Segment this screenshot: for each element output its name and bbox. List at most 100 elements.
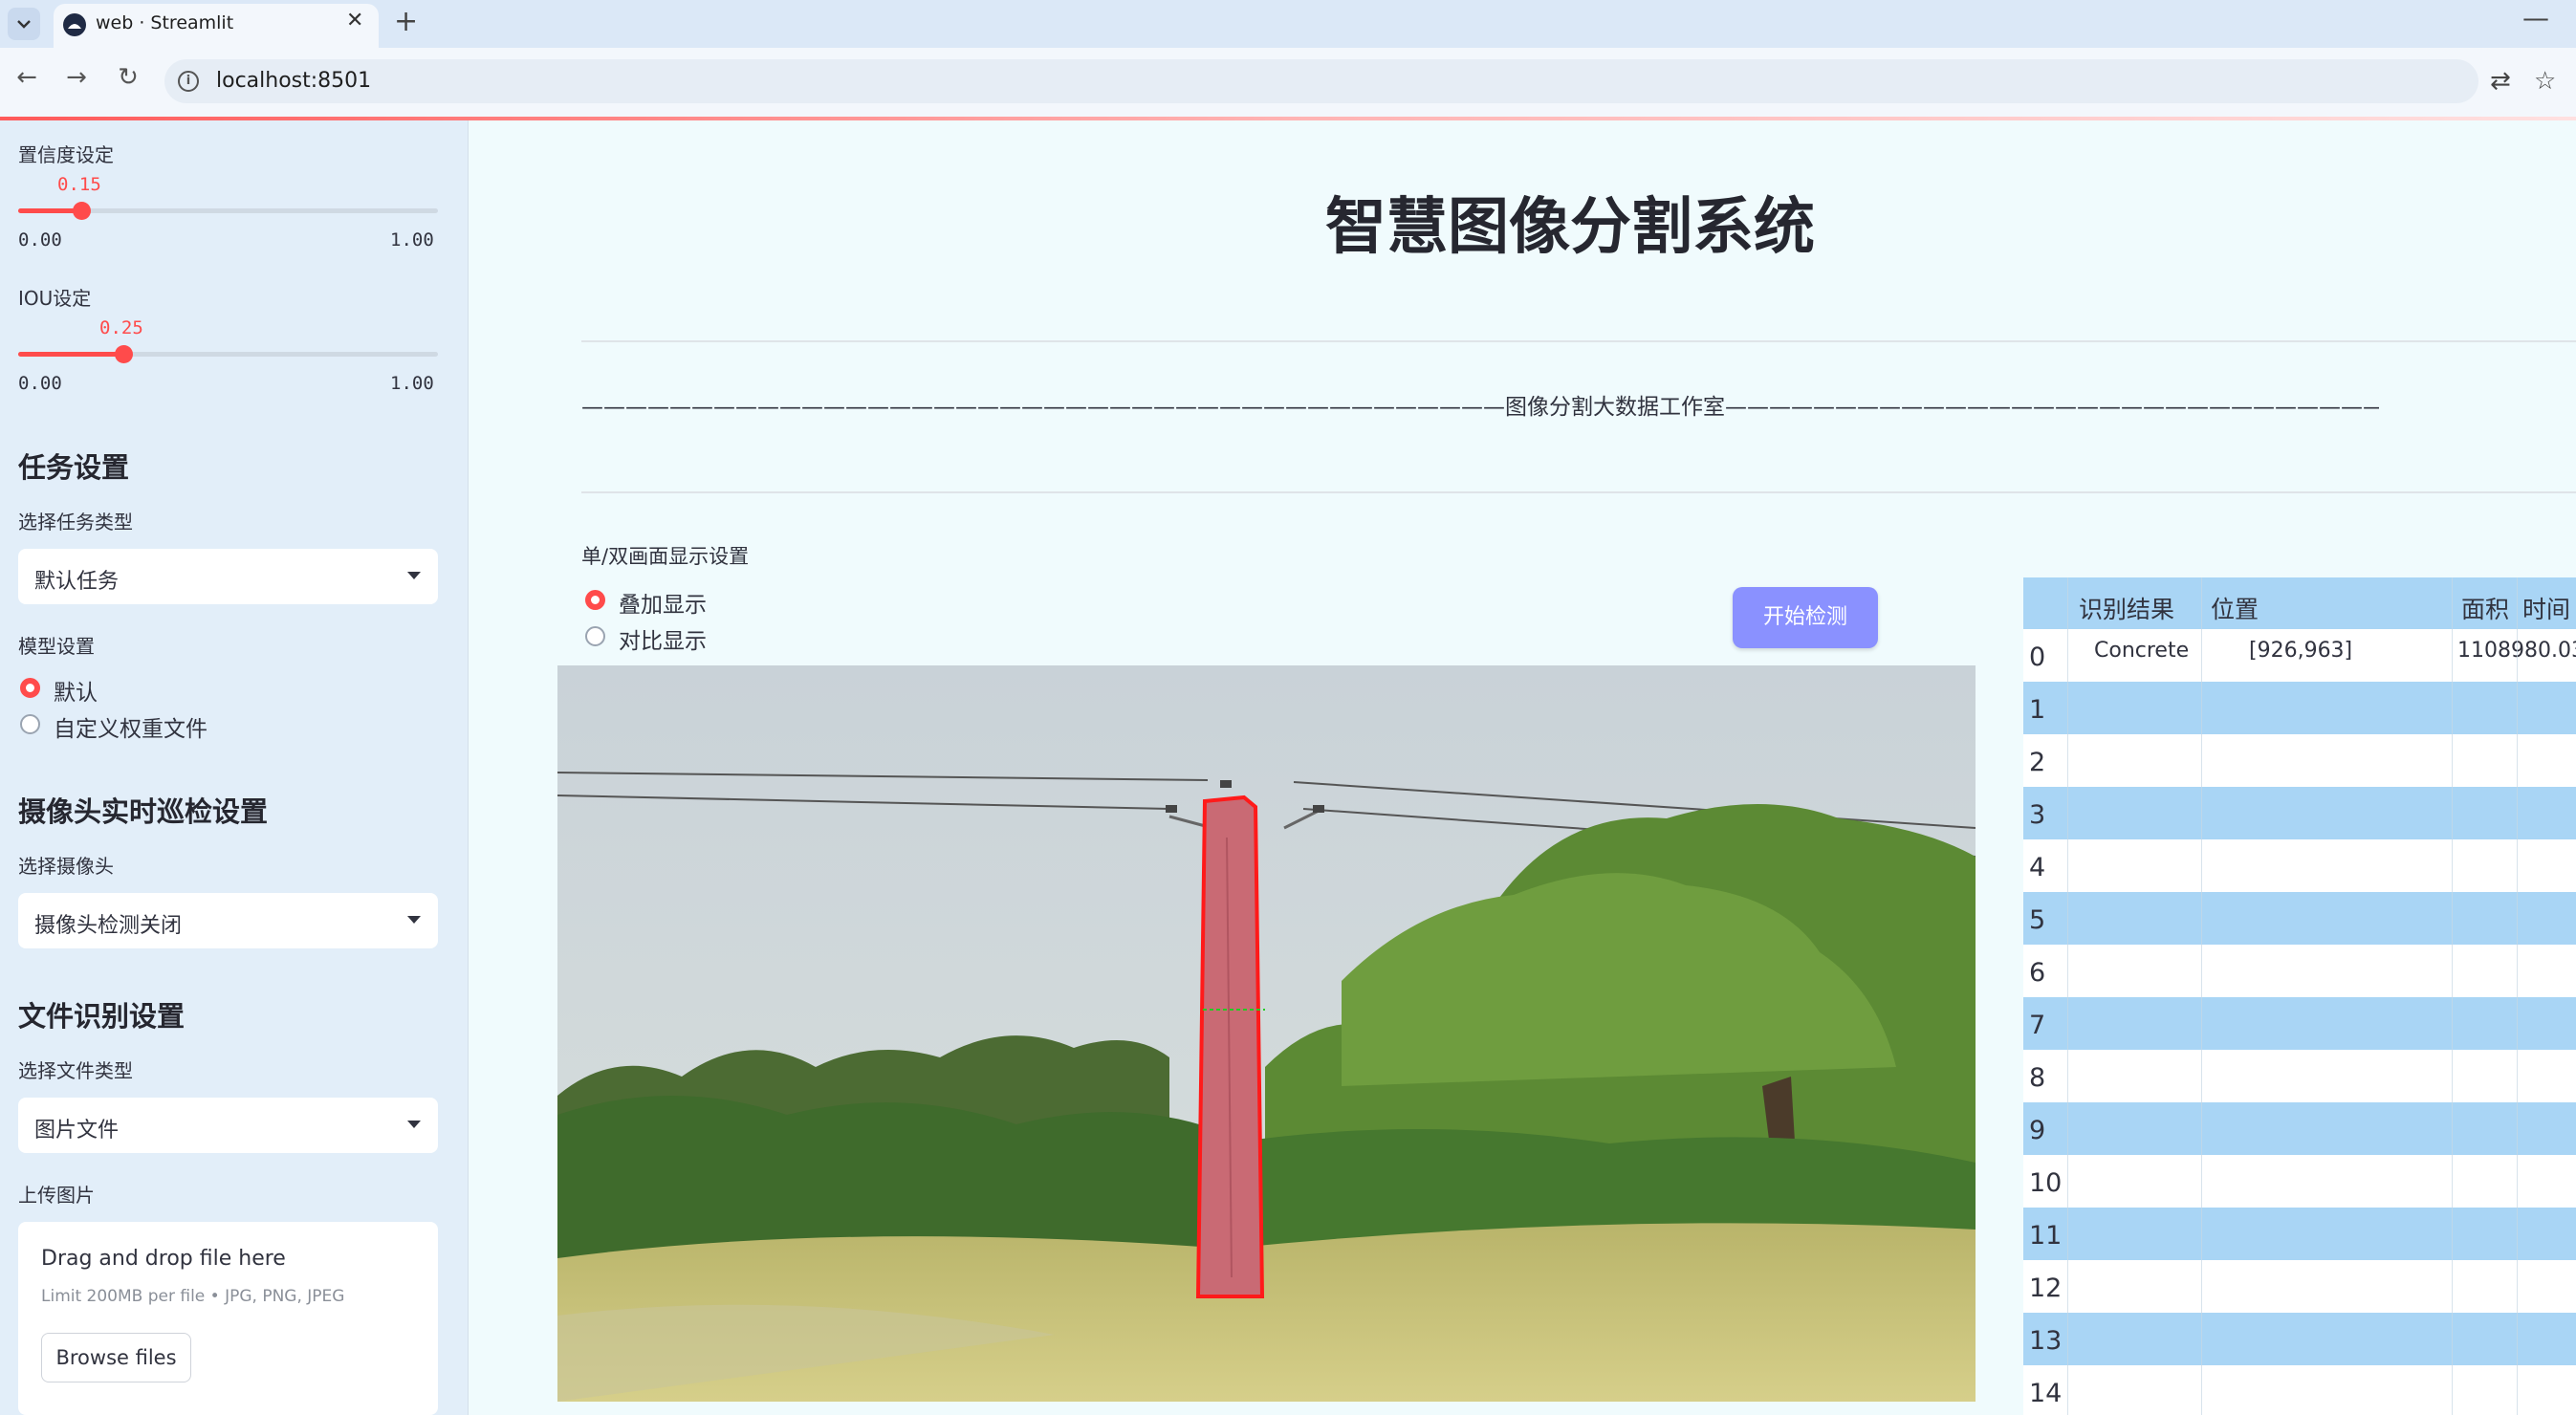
iou-slider-handle[interactable] [114, 345, 133, 363]
table-row[interactable]: 2 [2023, 734, 2576, 787]
row-index: 4 [2029, 853, 2046, 882]
radio-selected-icon[interactable] [20, 678, 40, 698]
confidence-value: 0.15 [57, 174, 101, 195]
main-content: 智慧图像分割系统 ———————————————————————————————… [469, 120, 2576, 1415]
task-settings-heading: 任务设置 [18, 451, 130, 484]
iou-value: 0.25 [99, 317, 143, 338]
row-index: 2 [2029, 748, 2046, 777]
address-bar[interactable] [164, 59, 2478, 103]
row-index: 0 [2029, 642, 2046, 672]
confidence-min: 0.00 [18, 229, 62, 250]
camera-select-label: 选择摄像头 [18, 855, 114, 878]
table-header: 识别结果 位置 面积 时间 [2023, 577, 2576, 629]
row-index: 1 [2029, 695, 2046, 725]
bookmark-star-icon[interactable]: ☆ [2534, 67, 2556, 96]
display-option-label: 对比显示 [619, 629, 707, 654]
forward-arrow-icon[interactable]: → [59, 63, 94, 92]
radio-unselected-icon[interactable] [20, 714, 40, 734]
column-divider [2452, 577, 2453, 1415]
column-header-time[interactable]: 时间 [2522, 591, 2570, 625]
start-detection-button[interactable]: 开始检测 [1733, 587, 1878, 648]
segmentation-result-image [557, 665, 1976, 1402]
table-row[interactable]: 0 Concrete [926,963] 1108980.03 [2023, 629, 2576, 682]
dropzone-title: Drag and drop file here [41, 1247, 286, 1271]
results-table[interactable]: 识别结果 位置 面积 时间 0 Concrete [926,963] 1108980.… [2023, 577, 2576, 1415]
back-arrow-icon[interactable]: ← [10, 63, 44, 92]
column-divider [2517, 577, 2518, 1415]
sidebar: 置信度设定 0.15 0.00 1.00 IOU设定 0.25 0.00 1.0… [0, 120, 469, 1415]
url-text: localhost:8501 [216, 69, 372, 93]
divider-line [581, 491, 2576, 493]
file-type-select[interactable]: 图片文件 [18, 1098, 438, 1153]
cell-position: [926,963] [2249, 639, 2353, 663]
confidence-slider[interactable] [18, 202, 438, 220]
row-index: 14 [2029, 1379, 2063, 1408]
tab-list-button[interactable] [8, 8, 40, 40]
divider-line [581, 340, 2576, 342]
column-header-position[interactable]: 位置 [2211, 591, 2259, 625]
camera-settings-heading: 摄像头实时巡检设置 [18, 795, 269, 828]
cell-result: Concrete [2094, 639, 2190, 663]
table-row[interactable]: 1 [2023, 682, 2576, 734]
translate-icon[interactable]: ⇄ [2490, 67, 2511, 96]
confidence-max: 1.00 [390, 229, 434, 250]
column-header-area[interactable]: 面积 [2461, 591, 2509, 625]
row-index: 7 [2029, 1011, 2046, 1040]
file-type-value: 图片文件 [34, 1119, 120, 1143]
model-settings-label: 模型设置 [18, 635, 95, 658]
browser-toolbar: ← → ↻ i localhost:8501 ⇄ ☆ [0, 48, 2576, 117]
table-row[interactable]: 8 [2023, 1050, 2576, 1102]
confidence-slider-handle[interactable] [72, 202, 91, 220]
close-tab-icon[interactable]: ✕ [346, 9, 363, 33]
iou-slider-fill [18, 352, 123, 357]
row-index: 8 [2029, 1063, 2046, 1093]
streamlit-favicon-icon [63, 13, 86, 36]
file-dropzone[interactable]: Drag and drop file here Limit 200MB per … [18, 1222, 438, 1415]
confidence-slider-fill [18, 208, 81, 213]
column-header-result[interactable]: 识别结果 [2079, 591, 2174, 625]
table-row[interactable]: 9 [2023, 1102, 2576, 1155]
camera-select-value: 摄像头检测关闭 [34, 914, 183, 938]
browser-tab-bar: web · Streamlit ✕ + — [0, 0, 2576, 48]
table-row[interactable]: 11 [2023, 1208, 2576, 1260]
table-row[interactable]: 6 [2023, 945, 2576, 997]
table-row[interactable]: 7 [2023, 997, 2576, 1050]
new-tab-icon[interactable]: + [394, 5, 418, 38]
site-info-icon[interactable]: i [178, 71, 199, 92]
iou-label: IOU设定 [18, 287, 92, 310]
table-row[interactable]: 13 [2023, 1313, 2576, 1365]
table-row[interactable]: 4 [2023, 839, 2576, 892]
row-index: 11 [2029, 1221, 2063, 1251]
studio-banner: ————————————————————————————————————————… [581, 395, 2379, 420]
radio-selected-icon[interactable] [585, 590, 605, 610]
file-type-label: 选择文件类型 [18, 1059, 133, 1082]
table-row[interactable]: 12 [2023, 1260, 2576, 1313]
camera-select[interactable]: 摄像头检测关闭 [18, 893, 438, 948]
table-row[interactable]: 5 [2023, 892, 2576, 945]
chevron-down-icon [17, 20, 31, 29]
iou-max: 1.00 [390, 373, 434, 394]
column-divider [2067, 577, 2068, 1415]
browse-files-button[interactable]: Browse files [41, 1333, 191, 1382]
row-index: 9 [2029, 1116, 2046, 1145]
row-index: 3 [2029, 800, 2046, 830]
reload-icon[interactable]: ↻ [111, 63, 145, 92]
table-row[interactable]: 10 [2023, 1155, 2576, 1208]
caret-down-icon [407, 572, 421, 579]
iou-slider[interactable] [18, 345, 438, 363]
task-type-select[interactable]: 默认任务 [18, 549, 438, 604]
task-type-value: 默认任务 [34, 570, 120, 594]
dropzone-limit: Limit 200MB per file • JPG, PNG, JPEG [41, 1287, 345, 1306]
upload-image-label: 上传图片 [18, 1184, 95, 1207]
page-title: 智慧图像分割系统 [1325, 192, 1815, 263]
row-index: 10 [2029, 1168, 2063, 1198]
table-row[interactable]: 3 [2023, 787, 2576, 839]
radio-unselected-icon[interactable] [585, 626, 605, 646]
table-row[interactable]: 14 [2023, 1365, 2576, 1415]
confidence-label: 置信度设定 [18, 143, 114, 166]
display-mode-label: 单/双画面显示设置 [581, 545, 750, 568]
model-option-label: 默认 [54, 681, 98, 706]
minimize-window-icon[interactable]: — [2522, 2, 2549, 33]
task-type-label: 选择任务类型 [18, 511, 133, 533]
tab-title: web · Streamlit [96, 12, 234, 33]
